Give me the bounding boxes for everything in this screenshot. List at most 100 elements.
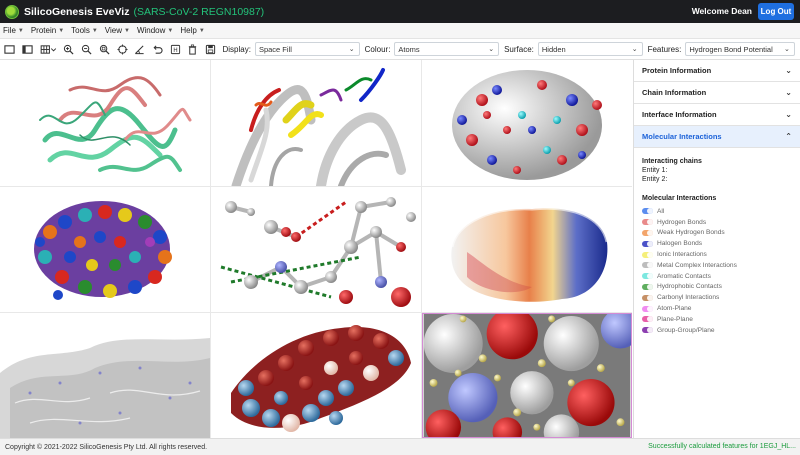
features-select[interactable]: Hydrogen Bond Potential ⌄ bbox=[685, 42, 795, 56]
interaction-label: Metal Complex Interactions bbox=[657, 261, 737, 269]
surface-select[interactable]: Hidden ⌄ bbox=[537, 42, 643, 56]
interaction-label: All bbox=[657, 207, 665, 215]
toggle-switch-icon[interactable] bbox=[642, 294, 653, 301]
interaction-label: Carbonyl Interactions bbox=[657, 294, 720, 302]
app-logo bbox=[5, 4, 19, 19]
interaction-toggle-row[interactable]: Halogen Bonds bbox=[642, 238, 800, 249]
undo-icon[interactable] bbox=[152, 43, 164, 55]
chevron-down-icon: ⌄ bbox=[488, 46, 495, 53]
molecular-interactions-title: Molecular Interactions bbox=[642, 195, 717, 202]
interaction-toggle-row[interactable]: Carbonyl Interactions bbox=[642, 292, 800, 303]
chevron-down-icon: ⌄ bbox=[784, 46, 790, 53]
properties-panel: Protein Information ⌄ Chain Information ⌄ … bbox=[633, 60, 800, 438]
interaction-toggle-row[interactable]: Plane-Plane bbox=[642, 314, 800, 325]
toggle-switch-icon[interactable] bbox=[642, 262, 653, 269]
zoom-fit-icon[interactable] bbox=[98, 43, 110, 55]
interaction-toggle-list: All Hydrogen Bonds Weak Hydrogen Bonds Halo… bbox=[634, 206, 800, 336]
toggle-switch-icon[interactable] bbox=[642, 208, 653, 215]
delete-icon[interactable] bbox=[187, 43, 199, 55]
welcome-text: Welcome Dean bbox=[691, 6, 752, 16]
accordion-molecular-interactions[interactable]: Molecular Interactions ⌃ bbox=[634, 126, 800, 148]
colour-label: Colour: bbox=[364, 44, 391, 54]
grid-view-icon[interactable] bbox=[39, 43, 57, 55]
chevron-up-icon: ⌃ bbox=[785, 132, 792, 141]
interaction-toggle-row[interactable]: Weak Hydrogen Bonds bbox=[642, 228, 800, 239]
entity-1-label: Entity 1: bbox=[642, 167, 668, 174]
caret-down-icon: ▼ bbox=[17, 27, 24, 34]
colour-select[interactable]: Atoms ⌄ bbox=[394, 42, 500, 56]
interaction-label: Group-Group/Plane bbox=[657, 326, 715, 334]
zoom-in-icon[interactable] bbox=[63, 43, 75, 55]
viewer-spacefill-potential[interactable] bbox=[211, 313, 421, 438]
chevron-down-icon: ⌄ bbox=[785, 88, 792, 97]
viewer-cartoon-highlight[interactable] bbox=[211, 60, 421, 186]
interaction-toggle-row[interactable]: Group-Group/Plane bbox=[642, 325, 800, 336]
chevron-down-icon: ⌄ bbox=[785, 110, 792, 119]
menu-tools[interactable]: Tools ▼ bbox=[71, 26, 98, 35]
caret-down-icon: ▼ bbox=[167, 27, 174, 34]
toggle-switch-icon[interactable] bbox=[642, 240, 653, 247]
interaction-toggle-row[interactable]: All bbox=[642, 206, 800, 217]
menu-window[interactable]: Window ▼ bbox=[137, 26, 173, 35]
entity-2-label: Entity 2: bbox=[642, 176, 668, 183]
interaction-toggle-row[interactable]: Atom-Plane bbox=[642, 303, 800, 314]
viewer-ribbon-cartoon[interactable] bbox=[0, 60, 210, 186]
display-select[interactable]: Space Fill ⌄ bbox=[254, 42, 360, 56]
toggle-switch-icon[interactable] bbox=[642, 219, 653, 226]
interaction-toggle-row[interactable]: Ionic Interactions bbox=[642, 249, 800, 260]
dual-view-icon[interactable] bbox=[22, 43, 34, 55]
target-icon[interactable] bbox=[116, 43, 128, 55]
hydrogen-icon[interactable]: H bbox=[169, 43, 181, 55]
chevron-down-icon: ⌄ bbox=[348, 46, 355, 53]
measure-icon[interactable] bbox=[134, 43, 146, 55]
protein-subtitle: (SARS-CoV-2 REGN10987) bbox=[133, 5, 265, 18]
display-label: Display: bbox=[222, 44, 251, 54]
interaction-label: Atom-Plane bbox=[657, 305, 692, 313]
toggle-switch-icon[interactable] bbox=[642, 283, 653, 290]
status-message: Successfully calculated features for 1EG… bbox=[648, 443, 796, 450]
interaction-toggle-row[interactable]: Hydrogen Bonds bbox=[642, 217, 800, 228]
toggle-switch-icon[interactable] bbox=[642, 251, 653, 258]
viewer-spacefill-residues[interactable] bbox=[0, 187, 210, 312]
logout-button[interactable]: Log Out bbox=[758, 3, 794, 20]
viewer-transparent-surface[interactable] bbox=[0, 313, 210, 438]
copyright-text: Copyright © 2021-2022 SilicoGenesis Pty … bbox=[5, 443, 208, 451]
interaction-label: Hydrophobic Contacts bbox=[657, 283, 722, 291]
accordion-protein-information[interactable]: Protein Information ⌄ bbox=[634, 60, 800, 82]
viewer-surface-spectrum[interactable] bbox=[422, 187, 632, 312]
caret-down-icon: ▼ bbox=[124, 27, 130, 34]
interaction-toggle-row[interactable]: Hydrophobic Contacts bbox=[642, 282, 800, 293]
features-label: Features: bbox=[647, 44, 682, 54]
viewer-spacefill-charge[interactable] bbox=[422, 60, 632, 186]
toggle-switch-icon[interactable] bbox=[642, 327, 653, 334]
toggle-switch-icon[interactable] bbox=[642, 229, 653, 236]
menu-protein[interactable]: Protein ▼ bbox=[31, 26, 64, 35]
interaction-label: Ionic Interactions bbox=[657, 251, 707, 259]
single-view-icon[interactable] bbox=[4, 43, 16, 55]
caret-down-icon: ▼ bbox=[198, 27, 205, 34]
interaction-label: Weak Hydrogen Bonds bbox=[657, 229, 725, 237]
menu-file[interactable]: File ▼ bbox=[3, 26, 24, 35]
toggle-switch-icon[interactable] bbox=[642, 316, 653, 323]
viewer-ball-stick-hbonds[interactable] bbox=[211, 187, 421, 312]
viewer-grid bbox=[0, 60, 632, 438]
status-bar: Copyright © 2021-2022 SilicoGenesis Pty … bbox=[0, 438, 800, 455]
menu-help[interactable]: Help ▼ bbox=[180, 26, 204, 35]
accordion-chain-information[interactable]: Chain Information ⌄ bbox=[634, 82, 800, 104]
chevron-down-icon: ⌄ bbox=[785, 66, 792, 75]
interaction-label: Plane-Plane bbox=[657, 315, 693, 323]
surface-label: Surface: bbox=[504, 44, 534, 54]
menu-view[interactable]: View ▼ bbox=[105, 26, 130, 35]
accordion-interface-information[interactable]: Interface Information ⌄ bbox=[634, 104, 800, 126]
toggle-switch-icon[interactable] bbox=[642, 273, 653, 280]
app-header: SilicoGenesis EveViz (SARS-CoV-2 REGN109… bbox=[0, 0, 800, 23]
interaction-toggle-row[interactable]: Aromatic Contacts bbox=[642, 271, 800, 282]
interacting-chains-title: Interacting chains bbox=[642, 158, 702, 165]
zoom-out-icon[interactable] bbox=[81, 43, 93, 55]
toggle-switch-icon[interactable] bbox=[642, 305, 653, 312]
caret-down-icon: ▼ bbox=[91, 27, 98, 34]
interaction-toggle-row[interactable]: Metal Complex Interactions bbox=[642, 260, 800, 271]
viewer-closeup-spacefill[interactable] bbox=[422, 313, 632, 438]
save-icon[interactable] bbox=[205, 43, 217, 55]
toolbar: H Display: Space Fill ⌄ Colour: Atoms ⌄ Su… bbox=[0, 39, 800, 60]
